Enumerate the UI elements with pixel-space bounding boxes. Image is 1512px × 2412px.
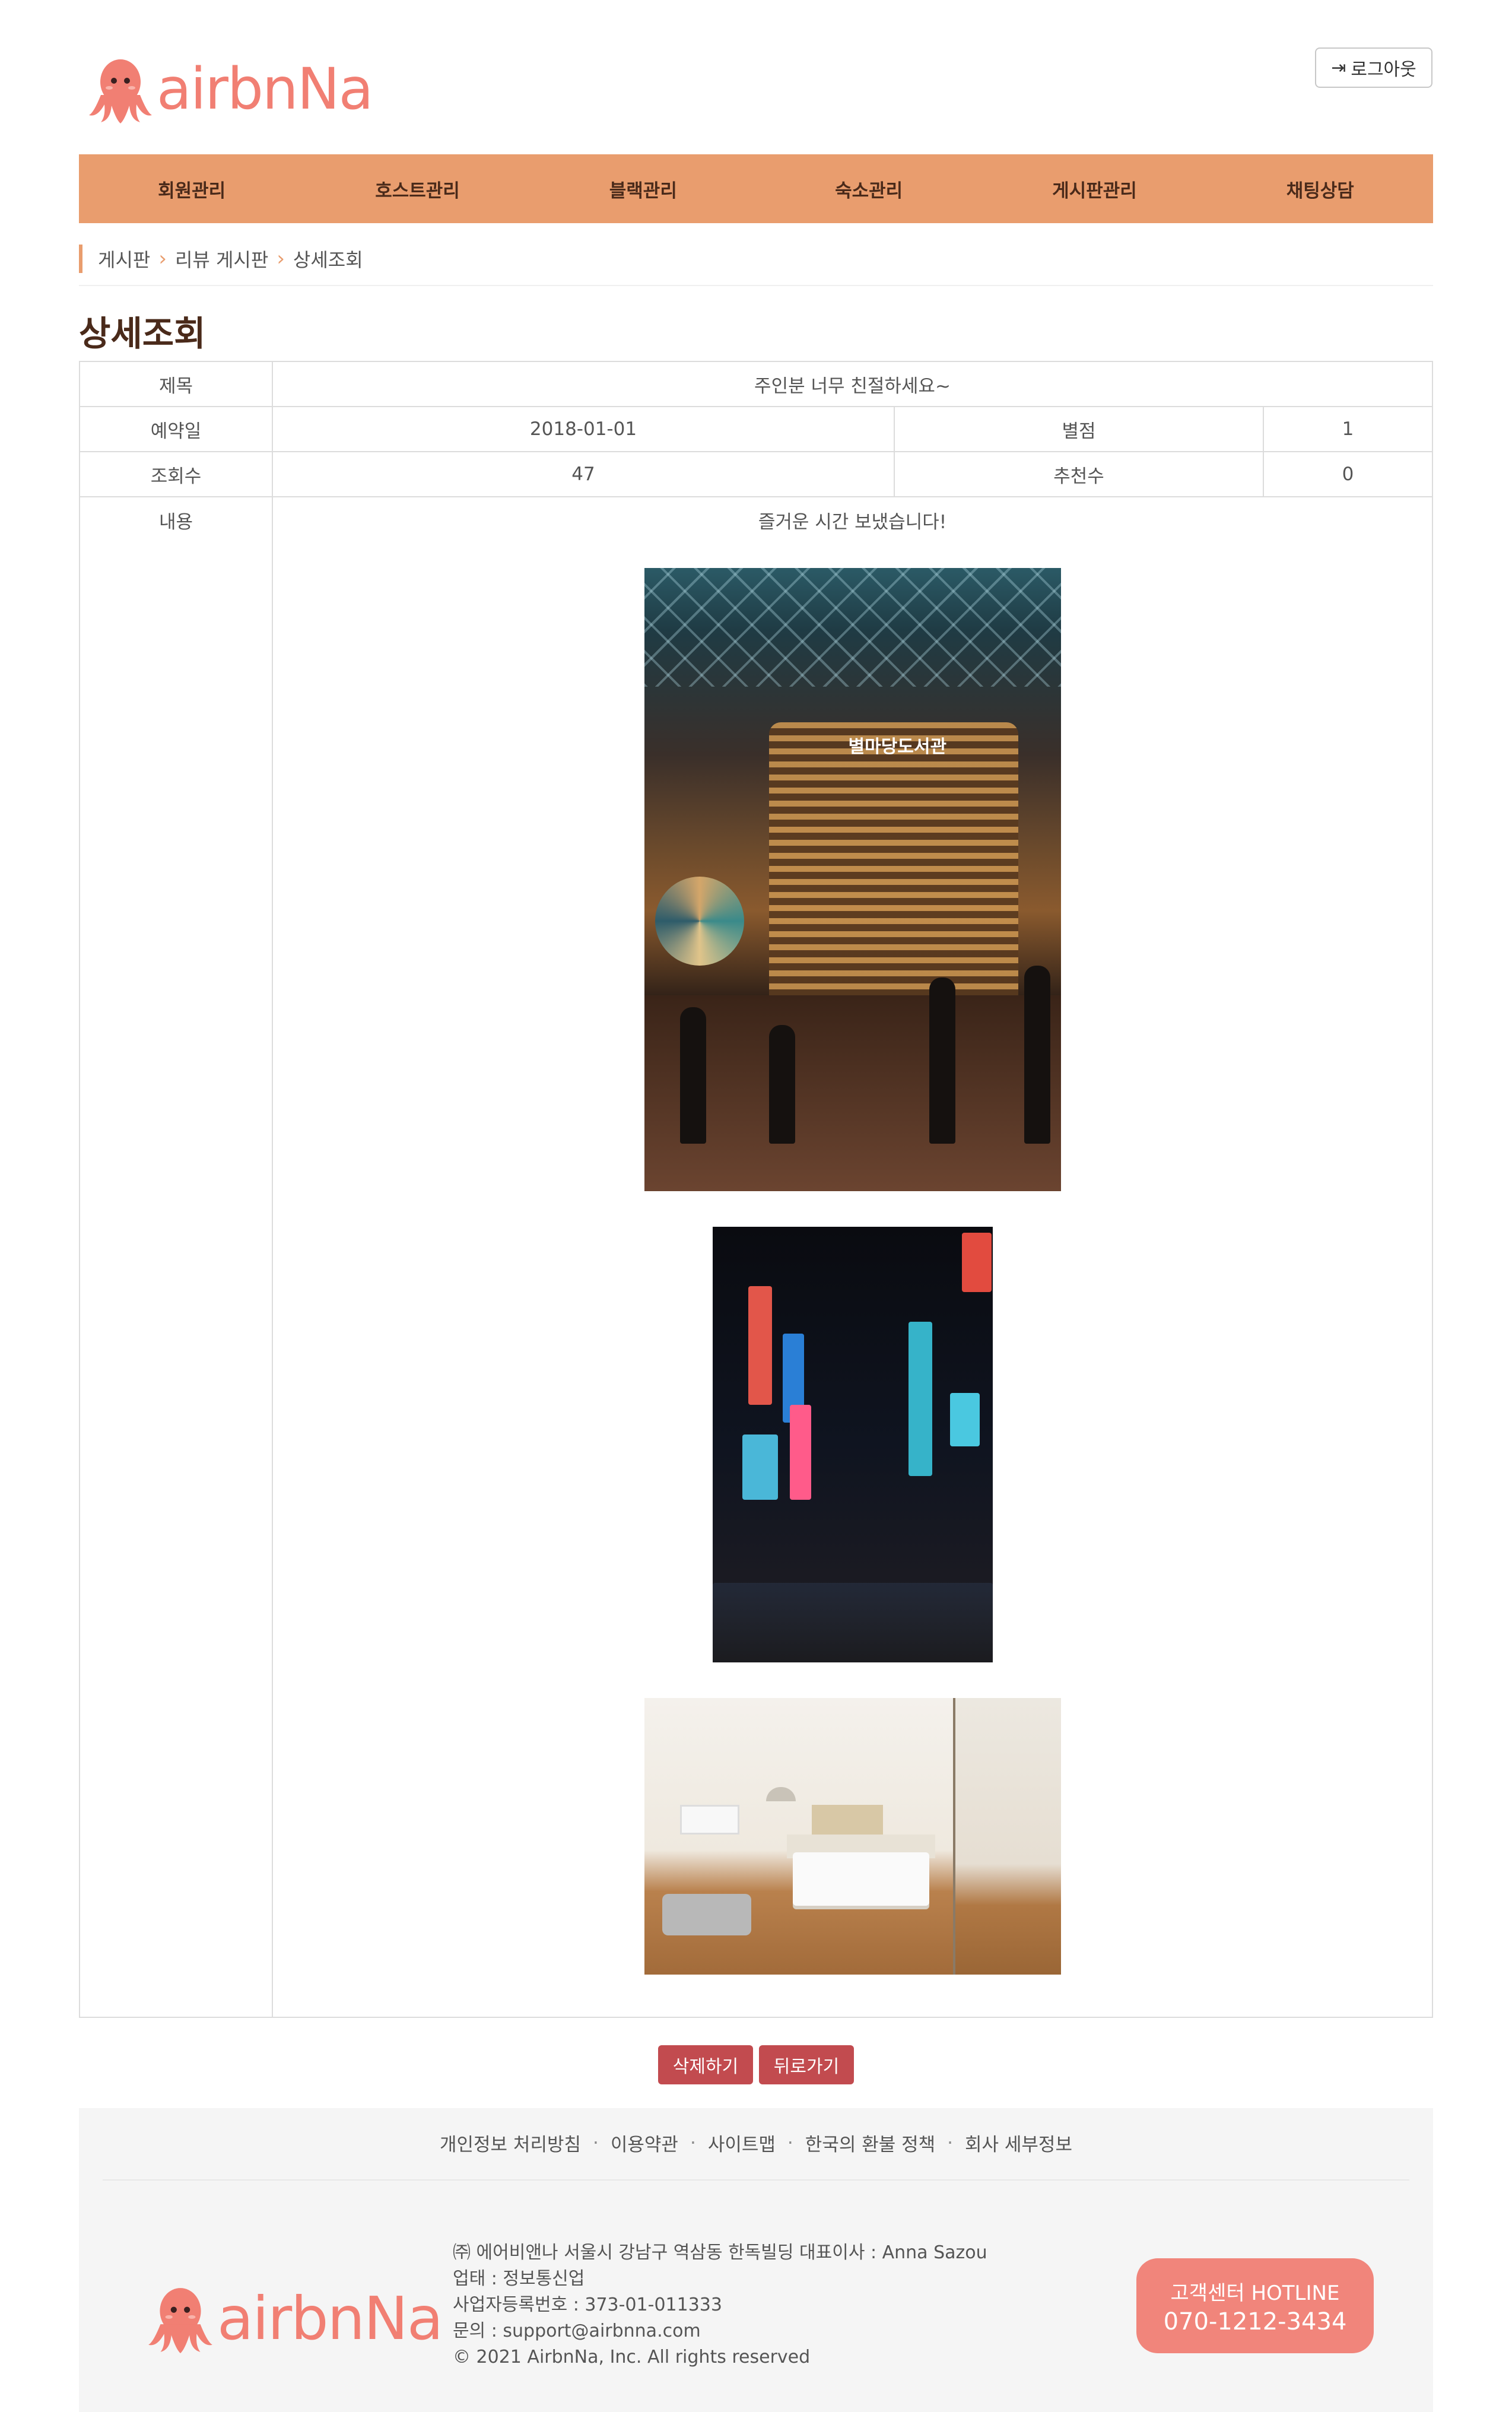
content-body: 즐거운 시간 보냈습니다! 별마당도서관 xyxy=(273,497,1432,2017)
photo-detail xyxy=(952,1698,1061,1975)
photo-detail xyxy=(748,1286,772,1405)
date-label: 예약일 xyxy=(80,407,273,451)
company-line: 업태 : 정보통신업 xyxy=(453,2268,585,2289)
table-row: 조회수 47 추천수 0 xyxy=(80,452,1432,497)
action-bar: 삭제하기 뒤로가기 xyxy=(0,2045,1512,2084)
photo-hotel-room[interactable] xyxy=(644,1698,1061,1975)
table-row: 예약일 2018-01-01 별점 1 xyxy=(80,407,1432,452)
octopus-mascot-icon xyxy=(148,2288,212,2353)
octopus-mascot-icon xyxy=(89,59,152,123)
nav-item-blacklist[interactable]: 블랙관리 xyxy=(531,154,756,223)
sign-out-icon: ⇥ xyxy=(1331,58,1346,78)
brand-name: airbnNa xyxy=(157,56,373,122)
rating-label: 별점 xyxy=(895,407,1264,451)
content-text: 즐거운 시간 보냈습니다! xyxy=(758,512,947,533)
photo-detail xyxy=(908,1322,932,1476)
table-row: 내용 즐거운 시간 보냈습니다! 별마당도서관 xyxy=(80,497,1432,2017)
company-line: 사업자등록번호 : 373-01-011333 xyxy=(453,2294,722,2315)
photo-detail xyxy=(644,995,1061,1191)
views-label: 조회수 xyxy=(80,452,273,496)
breadcrumb-board[interactable]: 게시판 xyxy=(98,245,150,272)
nav-item-boards[interactable]: 게시판관리 xyxy=(981,154,1207,223)
separator-dot: · xyxy=(787,2132,793,2154)
footer-logo[interactable]: airbnNa xyxy=(147,2282,443,2354)
hotline-label: 고객센터 HOTLINE xyxy=(1170,2281,1340,2305)
photo-detail xyxy=(768,1025,795,1144)
table-row: 제목 주인분 너무 친절하세요~ xyxy=(80,362,1432,407)
rating-value: 1 xyxy=(1342,418,1354,440)
separator-dot: · xyxy=(690,2132,696,2154)
chevron-right-icon: › xyxy=(158,247,167,271)
photo-detail xyxy=(949,1393,980,1446)
page-title: 상세조회 xyxy=(79,313,206,354)
company-line: ㈜ 에어비앤나 서울시 강남구 역삼동 한독빌딩 대표이사 : Anna Saz… xyxy=(453,2242,987,2263)
title-value: 주인분 너무 친절하세요~ xyxy=(754,375,951,397)
photo-detail xyxy=(655,877,744,966)
likes-value: 0 xyxy=(1342,464,1354,485)
logout-button[interactable]: ⇥ 로그아웃 xyxy=(1315,47,1432,88)
main-nav: 회원관리 호스트관리 블랙관리 숙소관리 게시판관리 채팅상담 xyxy=(79,154,1433,223)
photo-detail xyxy=(961,1233,992,1292)
divider xyxy=(103,2179,1409,2181)
brand-logo[interactable]: airbnNa xyxy=(88,53,373,125)
views-value: 47 xyxy=(273,452,895,496)
photo-detail xyxy=(768,722,1018,995)
hotline-number: 070-1212-3434 xyxy=(1163,2308,1347,2335)
breadcrumb-detail: 상세조회 xyxy=(293,249,363,271)
separator-dot: · xyxy=(947,2132,953,2154)
company-line: 문의 : support@airbnna.com xyxy=(453,2321,701,2341)
photo-detail xyxy=(765,1787,796,1801)
photo-detail xyxy=(929,978,955,1144)
title-label: 제목 xyxy=(80,362,273,406)
footer-link-company[interactable]: 회사 세부정보 xyxy=(965,2129,1072,2156)
breadcrumb-review-board[interactable]: 리뷰 게시판 xyxy=(175,245,268,272)
footer: 개인정보 처리방침 · 이용약관 · 사이트맵 · 한국의 환불 정책 · 회사… xyxy=(79,2108,1433,2412)
photo-detail xyxy=(1024,966,1050,1144)
logout-label: 로그아웃 xyxy=(1351,60,1416,80)
footer-link-privacy[interactable]: 개인정보 처리방침 xyxy=(440,2129,581,2156)
photo-detail xyxy=(792,1852,929,1906)
photo-detail xyxy=(679,1007,706,1144)
breadcrumb: 게시판 › 리뷰 게시판 › 상세조회 xyxy=(79,245,363,273)
photo-detail xyxy=(712,1583,993,1662)
photo-detail xyxy=(679,1805,739,1835)
likes-label: 추천수 xyxy=(895,452,1264,496)
review-detail-table: 제목 주인분 너무 친절하세요~ 예약일 2018-01-01 별점 1 조회수… xyxy=(79,361,1433,2018)
nav-item-chat[interactable]: 채팅상담 xyxy=(1208,154,1433,223)
photo-detail xyxy=(789,1405,811,1500)
photo-library-interior[interactable]: 별마당도서관 xyxy=(644,568,1061,1191)
photo-detail xyxy=(644,568,1061,687)
footer-link-terms[interactable]: 이용약관 xyxy=(611,2129,678,2156)
photo-detail xyxy=(662,1894,751,1935)
photo-sign-text: 별마당도서관 xyxy=(848,737,947,757)
footer-link-sitemap[interactable]: 사이트맵 xyxy=(708,2129,776,2156)
delete-button[interactable]: 삭제하기 xyxy=(658,2045,753,2084)
company-info: ㈜ 에어비앤나 서울시 강남구 역삼동 한독빌딩 대표이사 : Anna Saz… xyxy=(453,2240,987,2370)
brand-name: airbnNa xyxy=(217,2283,443,2353)
photo-detail xyxy=(742,1434,778,1500)
back-button[interactable]: 뒤로가기 xyxy=(759,2045,854,2084)
hotline-button[interactable]: 고객센터 HOTLINE 070-1212-3434 xyxy=(1136,2258,1374,2353)
footer-link-refund[interactable]: 한국의 환불 정책 xyxy=(805,2129,935,2156)
copyright: © 2021 AirbnNa, Inc. All rights reserved xyxy=(453,2347,811,2367)
date-value: 2018-01-01 xyxy=(273,407,895,451)
divider xyxy=(79,285,1433,286)
footer-links: 개인정보 처리방침 · 이용약관 · 사이트맵 · 한국의 환불 정책 · 회사… xyxy=(79,2129,1433,2156)
chevron-right-icon: › xyxy=(277,247,285,271)
nav-item-lodging[interactable]: 숙소관리 xyxy=(756,154,981,223)
photo-night-street[interactable] xyxy=(712,1227,993,1662)
nav-item-hosts[interactable]: 호스트관리 xyxy=(304,154,530,223)
separator-dot: · xyxy=(593,2132,599,2154)
nav-item-members[interactable]: 회원관리 xyxy=(79,154,304,223)
content-label: 내용 xyxy=(80,497,273,2017)
